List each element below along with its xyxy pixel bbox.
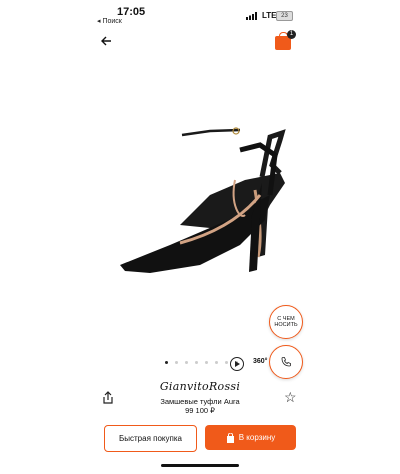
pager-dot[interactable]: [185, 361, 188, 364]
pager-dot[interactable]: [195, 361, 198, 364]
product-price: 99 100 ₽: [185, 406, 215, 415]
product-image[interactable]: [110, 125, 295, 280]
call-button[interactable]: [269, 345, 303, 379]
wear-label-line2: НОСИТЬ: [274, 322, 298, 328]
pager-dot[interactable]: [215, 361, 218, 364]
cart-bag-icon[interactable]: 1: [275, 30, 296, 50]
pager-dot[interactable]: [165, 361, 168, 364]
wear-label-line1: С ЧЕМ: [277, 315, 295, 322]
view-360-button[interactable]: 360°: [253, 358, 267, 365]
back-to-app-link[interactable]: ◂ Поиск: [97, 17, 122, 25]
back-arrow-icon[interactable]: [100, 34, 112, 50]
what-to-wear-button[interactable]: С ЧЕМ НОСИТЬ: [269, 305, 303, 339]
cart-count-badge: 1: [287, 30, 296, 39]
favorite-star-icon[interactable]: ☆: [284, 389, 297, 406]
pager-dot[interactable]: [205, 361, 208, 364]
signal-icon: [246, 12, 257, 20]
product-name: Замшевые туфли Aura: [160, 397, 240, 406]
gallery-pager[interactable]: [165, 361, 238, 364]
play-video-icon[interactable]: [230, 357, 244, 371]
pager-dot[interactable]: [225, 361, 228, 364]
brand-logo: GianvitoRossi: [159, 380, 241, 393]
bag-icon: [226, 432, 234, 443]
battery-icon: 23: [276, 11, 293, 21]
phone-icon: [281, 357, 291, 367]
network-type: LTE: [262, 11, 277, 20]
add-to-cart-label: В корзину: [238, 433, 276, 442]
quick-buy-button[interactable]: Быстрая покупка: [104, 425, 197, 452]
share-icon[interactable]: [102, 391, 114, 409]
home-indicator[interactable]: [161, 464, 239, 467]
pager-dot[interactable]: [175, 361, 178, 364]
add-to-cart-button[interactable]: В корзину: [205, 425, 296, 450]
